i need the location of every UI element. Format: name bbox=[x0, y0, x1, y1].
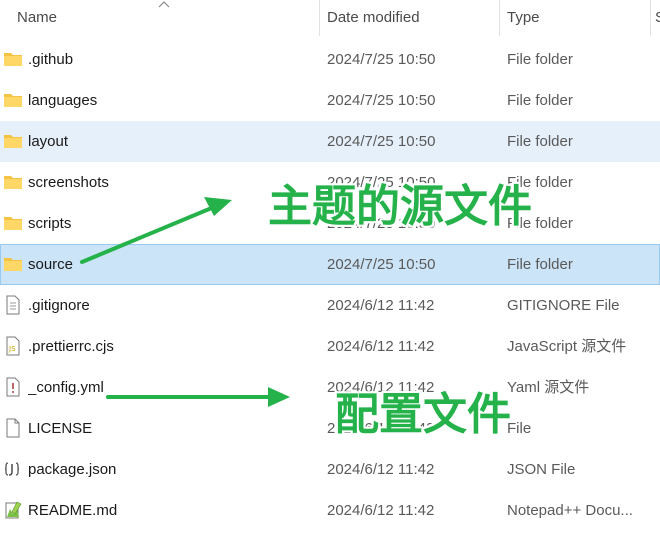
annotation-theme-source: 主题的源文件 bbox=[268, 181, 532, 232]
annotation-config-file: 配置文件 bbox=[335, 389, 511, 440]
arrowhead-source bbox=[204, 197, 232, 216]
arrow-to-source-line bbox=[80, 205, 216, 264]
annotation-arrows bbox=[80, 197, 290, 407]
arrowhead-config bbox=[268, 387, 290, 407]
